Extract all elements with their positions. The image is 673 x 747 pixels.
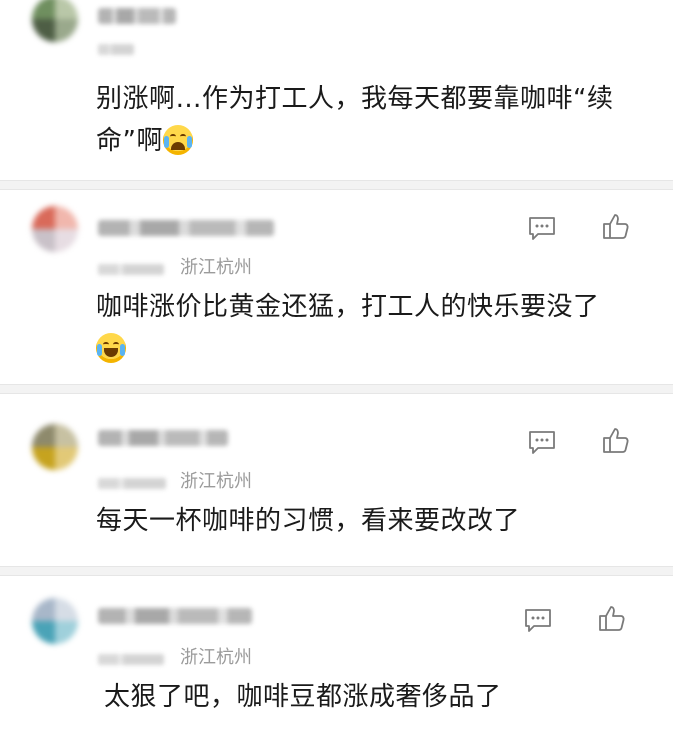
like-button[interactable] <box>594 600 630 636</box>
comment-text: 太狠了吧，咖啡豆都涨成奢侈品了 <box>104 676 643 718</box>
comment-card-4: 浙江杭州 太狠了吧，咖啡豆都涨成奢侈品了 <box>0 576 673 747</box>
comment-bubble-icon <box>529 217 555 240</box>
username-blurred[interactable] <box>98 220 274 236</box>
comment-text: 咖啡涨价比黄金还猛，打工人的快乐要没了 <box>96 286 643 370</box>
divider <box>0 566 673 576</box>
avatar[interactable] <box>32 598 78 644</box>
reply-button[interactable] <box>524 210 560 246</box>
location-label: 浙江杭州 <box>180 647 252 668</box>
meta-blurred <box>98 478 166 489</box>
location-label: 浙江杭州 <box>180 471 252 492</box>
comment-feed: 别涨啊…作为打工人，我每天都要靠咖啡“续命”啊 浙江杭州 咖啡涨价比黄金还猛，打… <box>0 0 673 747</box>
avatar[interactable] <box>32 0 78 42</box>
comment-body: 每天一杯咖啡的习惯，看来要改改了 <box>96 506 521 536</box>
thumbs-up-icon <box>603 214 629 239</box>
location-label: 浙江杭州 <box>180 257 252 278</box>
divider <box>0 384 673 394</box>
avatar[interactable] <box>32 206 78 252</box>
reply-button[interactable] <box>524 424 560 460</box>
like-button[interactable] <box>598 422 634 458</box>
comment-body: 咖啡涨价比黄金还猛，打工人的快乐要没了 <box>96 292 600 322</box>
username-blurred[interactable] <box>98 608 252 624</box>
username-blurred[interactable] <box>98 8 176 24</box>
reply-button[interactable] <box>520 602 556 638</box>
thumbs-up-icon <box>599 606 625 631</box>
divider <box>0 180 673 190</box>
comment-bubble-icon <box>525 609 551 632</box>
loudly-crying-face-icon <box>162 125 193 155</box>
comment-card-2: 浙江杭州 咖啡涨价比黄金还猛，打工人的快乐要没了 <box>0 190 673 384</box>
face-with-tears-of-joy-icon <box>96 333 126 363</box>
comment-card-3: 浙江杭州 每天一杯咖啡的习惯，看来要改改了 <box>0 394 673 566</box>
comment-body: 太狠了吧，咖啡豆都涨成奢侈品了 <box>104 682 502 712</box>
comment-bubble-icon <box>529 431 555 454</box>
comment-card-1: 别涨啊…作为打工人，我每天都要靠咖啡“续命”啊 <box>0 0 673 182</box>
comment-text: 别涨啊…作为打工人，我每天都要靠咖啡“续命”啊 <box>96 78 643 162</box>
username-blurred[interactable] <box>98 430 228 446</box>
meta-blurred <box>98 654 164 665</box>
avatar[interactable] <box>32 424 78 470</box>
comment-text: 每天一杯咖啡的习惯，看来要改改了 <box>96 500 643 542</box>
thumbs-up-icon <box>603 428 629 453</box>
meta-blurred <box>98 264 164 275</box>
meta-blurred <box>98 44 134 55</box>
like-button[interactable] <box>598 208 634 244</box>
